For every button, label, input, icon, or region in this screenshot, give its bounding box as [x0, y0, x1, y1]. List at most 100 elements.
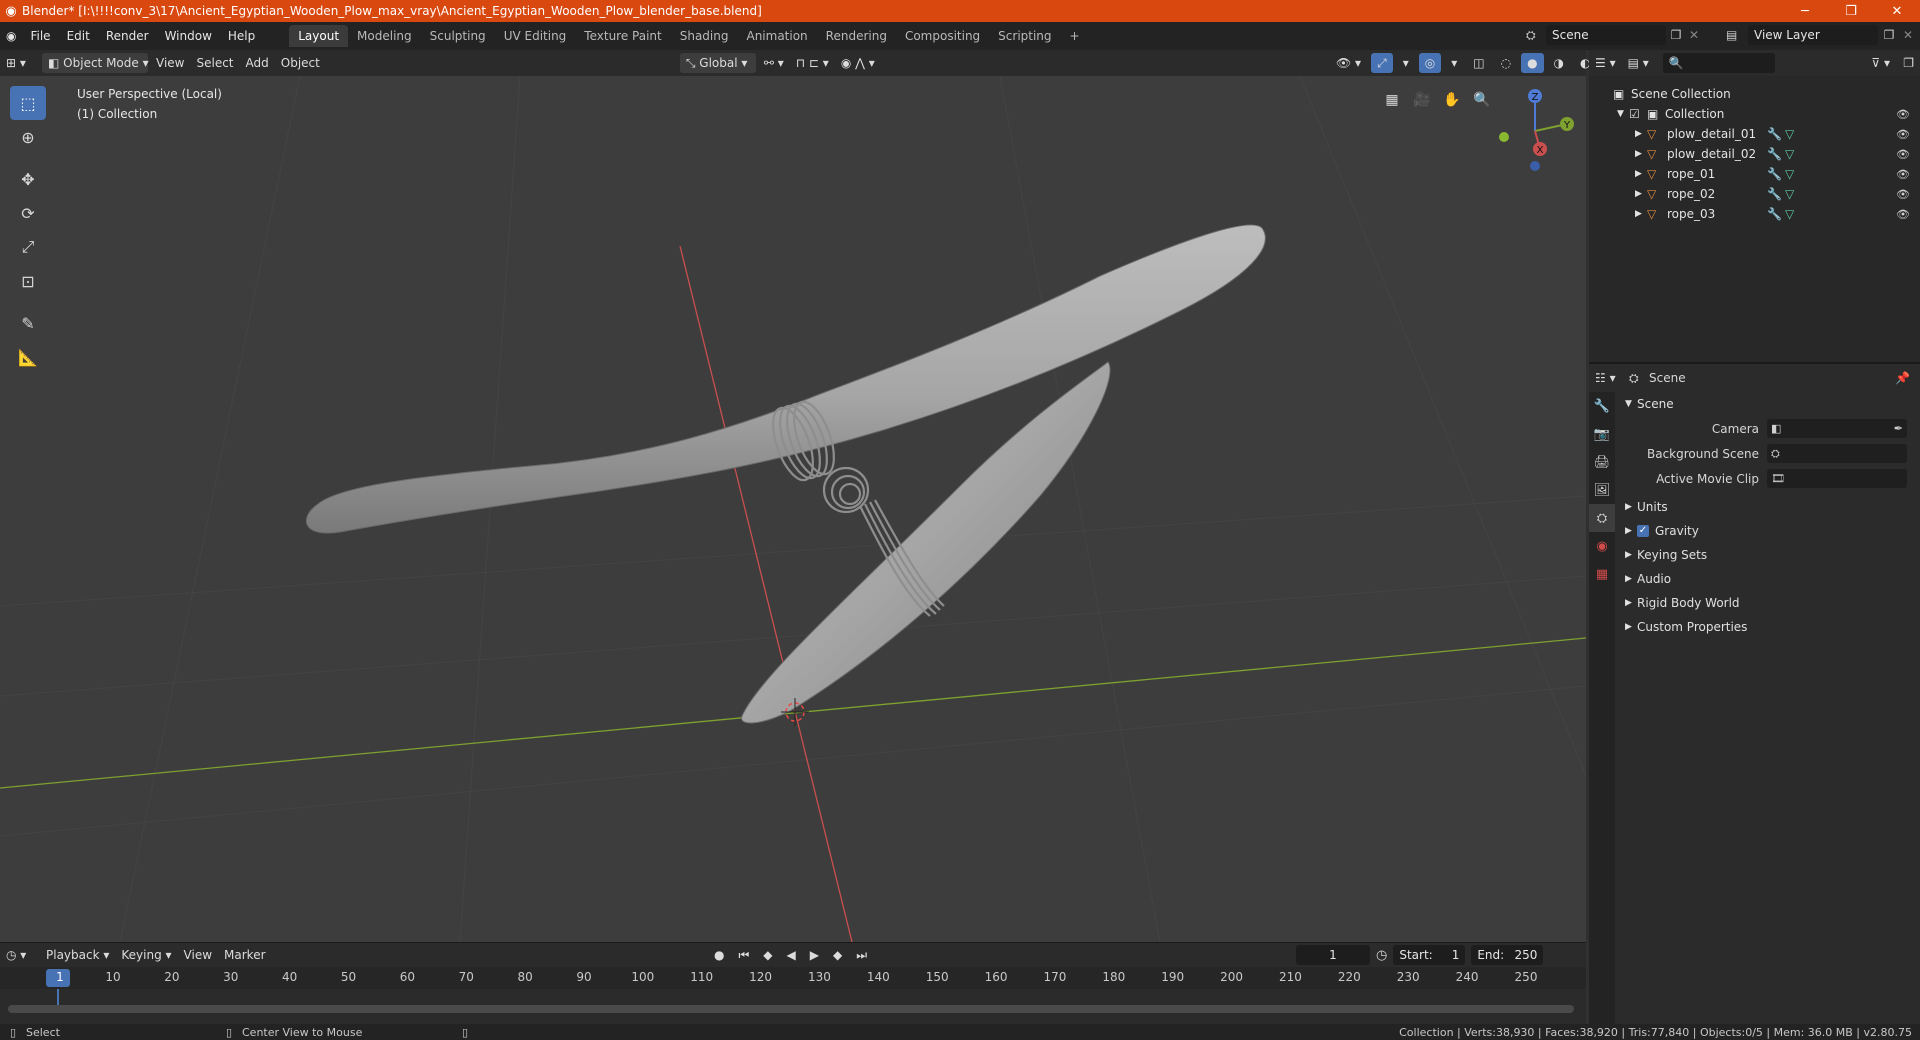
menu-help[interactable]: Help — [220, 25, 263, 47]
tab-texture-paint[interactable]: Texture Paint — [575, 25, 670, 47]
pan-view-icon[interactable]: ✋ — [1440, 88, 1464, 112]
navigation-gizmo[interactable]: Z Y X — [1490, 86, 1580, 176]
mode-select[interactable]: ◧ Object Mode ▾ — [42, 53, 149, 73]
modifier-icon[interactable]: 🔧 — [1767, 167, 1785, 181]
timeline-ruler[interactable]: 1 10 20 30 40 50 60 70 80 90 100 110 120 130 140 150 160… — [0, 967, 1586, 989]
object-visibility-icon[interactable]: 👁 — [1896, 168, 1910, 181]
annotate-tool-icon[interactable]: ✎ — [10, 306, 46, 340]
filter-icon[interactable]: ⊽ ▾ — [1865, 53, 1896, 73]
mesh-data-icon[interactable]: ▽ — [1785, 127, 1803, 141]
menu-marker[interactable]: Marker — [218, 945, 271, 965]
current-frame-field[interactable]: 1 — [1296, 945, 1370, 965]
modifier-icon[interactable]: 🔧 — [1767, 187, 1785, 201]
outliner-row-scene-collection[interactable]: ▣ Scene Collection — [1589, 84, 1920, 104]
collection-checkbox[interactable]: ☑ — [1629, 107, 1647, 121]
blender-menu-icon[interactable]: ◉ — [0, 25, 22, 47]
mesh-data-icon[interactable]: ▽ — [1785, 167, 1803, 181]
rotate-tool-icon[interactable]: ⟳ — [10, 196, 46, 230]
output-properties-tab-icon[interactable]: 🖨 — [1589, 448, 1615, 476]
object-expand-icon[interactable]: ▶ — [1635, 149, 1647, 159]
mesh-data-icon[interactable]: ▽ — [1785, 207, 1803, 221]
mesh-data-icon[interactable]: ▽ — [1785, 147, 1803, 161]
scene-properties-tab-icon[interactable]: ⛭ — [1589, 504, 1615, 532]
gravity-checkbox[interactable]: ✓ — [1637, 525, 1649, 537]
tab-shading[interactable]: Shading — [671, 25, 738, 47]
keying-sets-panel-header[interactable]: ▶ Keying Sets — [1617, 543, 1920, 567]
record-icon[interactable]: ● — [708, 945, 730, 965]
editor-type-icon[interactable]: ⊞ ▾ — [0, 53, 40, 73]
add-workspace-button[interactable]: + — [1061, 25, 1089, 47]
outliner-row-object[interactable]: ▶ ▽ plow_detail_02 🔧 ▽ 👁 — [1589, 144, 1920, 164]
jump-end-icon[interactable]: ⏭ — [850, 945, 873, 965]
timeline-menu-view[interactable]: View — [178, 945, 218, 965]
outliner-row-object[interactable]: ▶ ▽ rope_01 🔧 ▽ 👁 — [1589, 164, 1920, 184]
close-button[interactable]: ✕ — [1874, 0, 1920, 22]
modifier-icon[interactable]: 🔧 — [1767, 207, 1785, 221]
overlay-toggle-icon[interactable]: ◎ — [1418, 53, 1442, 73]
proportional-editing-icon[interactable]: ◉ ⋀ ▾ — [835, 53, 881, 73]
visibility-icon[interactable]: 👁 ▾ — [1330, 53, 1367, 73]
new-view-layer-icon[interactable]: ❐ — [1878, 28, 1900, 42]
snap-icon[interactable]: ⊓ ⊏ ▾ — [790, 53, 835, 73]
tab-rendering[interactable]: Rendering — [817, 25, 896, 47]
outliner-search-input[interactable]: 🔍 — [1662, 53, 1775, 73]
tab-layout[interactable]: Layout — [289, 25, 349, 47]
camera-field[interactable]: ◧ ✒ — [1767, 419, 1907, 438]
object-expand-icon[interactable]: ▶ — [1635, 209, 1647, 219]
timeline-scrollbar[interactable] — [8, 1005, 1574, 1013]
render-properties-tab-icon[interactable]: 📷 — [1589, 420, 1615, 448]
view-layer-field[interactable]: View Layer — [1748, 25, 1878, 45]
world-properties-tab-icon[interactable]: ◉ — [1589, 532, 1615, 560]
properties-editor-type-icon[interactable]: ☷ ▾ — [1589, 368, 1629, 388]
tab-uv-editing[interactable]: UV Editing — [495, 25, 576, 47]
custom-properties-panel-header[interactable]: ▶ Custom Properties — [1617, 615, 1920, 639]
object-visibility-icon[interactable]: 👁 — [1896, 208, 1910, 221]
outliner-row-object[interactable]: ▶ ▽ plow_detail_01 🔧 ▽ 👁 — [1589, 124, 1920, 144]
new-scene-icon[interactable]: ❐ — [1666, 28, 1686, 42]
menu-edit[interactable]: Edit — [59, 25, 98, 47]
prev-keyframe-icon[interactable]: ◆ — [757, 945, 778, 965]
preview-range-icon[interactable]: ◷ — [1376, 948, 1387, 963]
object-visibility-icon[interactable]: 👁 — [1896, 188, 1910, 201]
end-frame-field[interactable]: End: 250 — [1471, 945, 1544, 965]
wireframe-shading-icon[interactable]: ◌ — [1495, 53, 1517, 73]
display-mode-icon[interactable]: ▤ ▾ — [1622, 53, 1655, 73]
timeline-editor-type-icon[interactable]: ◷ ▾ — [0, 945, 40, 965]
object-expand-icon[interactable]: ▶ — [1635, 129, 1647, 139]
menu-window[interactable]: Window — [157, 25, 220, 47]
tab-compositing[interactable]: Compositing — [896, 25, 989, 47]
view-layer-icon[interactable]: ▤ — [1726, 28, 1748, 42]
restore-button[interactable]: ❐ — [1828, 0, 1874, 22]
outliner-row-object[interactable]: ▶ ▽ rope_02 🔧 ▽ 👁 — [1589, 184, 1920, 204]
delete-scene-icon[interactable]: ✕ — [1686, 28, 1702, 42]
gizmo-neg-y-icon[interactable] — [1499, 132, 1509, 142]
gizmo-toggle-icon[interactable]: ⤢ — [1371, 53, 1393, 73]
tool-properties-tab-icon[interactable]: 🔧 — [1589, 392, 1615, 420]
cursor-tool-icon[interactable]: ⊕ — [10, 120, 46, 154]
scale-tool-icon[interactable]: ⤢ — [10, 230, 46, 264]
pivot-point-icon[interactable]: ⚯ ▾ — [758, 53, 790, 73]
outliner-row-object[interactable]: ▶ ▽ rope_03 🔧 ▽ 👁 — [1589, 204, 1920, 224]
pin-icon[interactable]: 📌 — [1895, 371, 1910, 385]
object-expand-icon[interactable]: ▶ — [1635, 189, 1647, 199]
gravity-panel-header[interactable]: ▶ ✓ Gravity — [1617, 519, 1920, 543]
camera-view-icon[interactable]: 🎥 — [1410, 88, 1434, 112]
transform-tool-icon[interactable]: ⊡ — [10, 264, 46, 298]
measure-tool-icon[interactable]: 📐 — [10, 340, 46, 374]
audio-panel-header[interactable]: ▶ Audio — [1617, 567, 1920, 591]
texture-properties-tab-icon[interactable]: ▦ — [1589, 560, 1615, 588]
3d-viewport[interactable]: User Perspective (Local) (1) Collection … — [0, 76, 1586, 942]
collection-expand-icon[interactable]: ▼ — [1617, 109, 1629, 119]
tab-sculpting[interactable]: Sculpting — [421, 25, 495, 47]
play-icon[interactable]: ▶ — [804, 945, 825, 965]
menu-file[interactable]: File — [22, 25, 58, 47]
delete-view-layer-icon[interactable]: ✕ — [1900, 28, 1916, 42]
object-visibility-icon[interactable]: 👁 — [1896, 128, 1910, 141]
view-layer-properties-tab-icon[interactable]: 🖼 — [1589, 476, 1615, 504]
eyedropper-icon[interactable]: ✒ — [1894, 422, 1903, 435]
tab-animation[interactable]: Animation — [737, 25, 816, 47]
new-collection-icon[interactable]: ❐ — [1897, 53, 1920, 73]
object-expand-icon[interactable]: ▶ — [1635, 169, 1647, 179]
units-panel-header[interactable]: ▶ Units — [1617, 495, 1920, 519]
minimize-button[interactable]: ─ — [1782, 0, 1828, 22]
